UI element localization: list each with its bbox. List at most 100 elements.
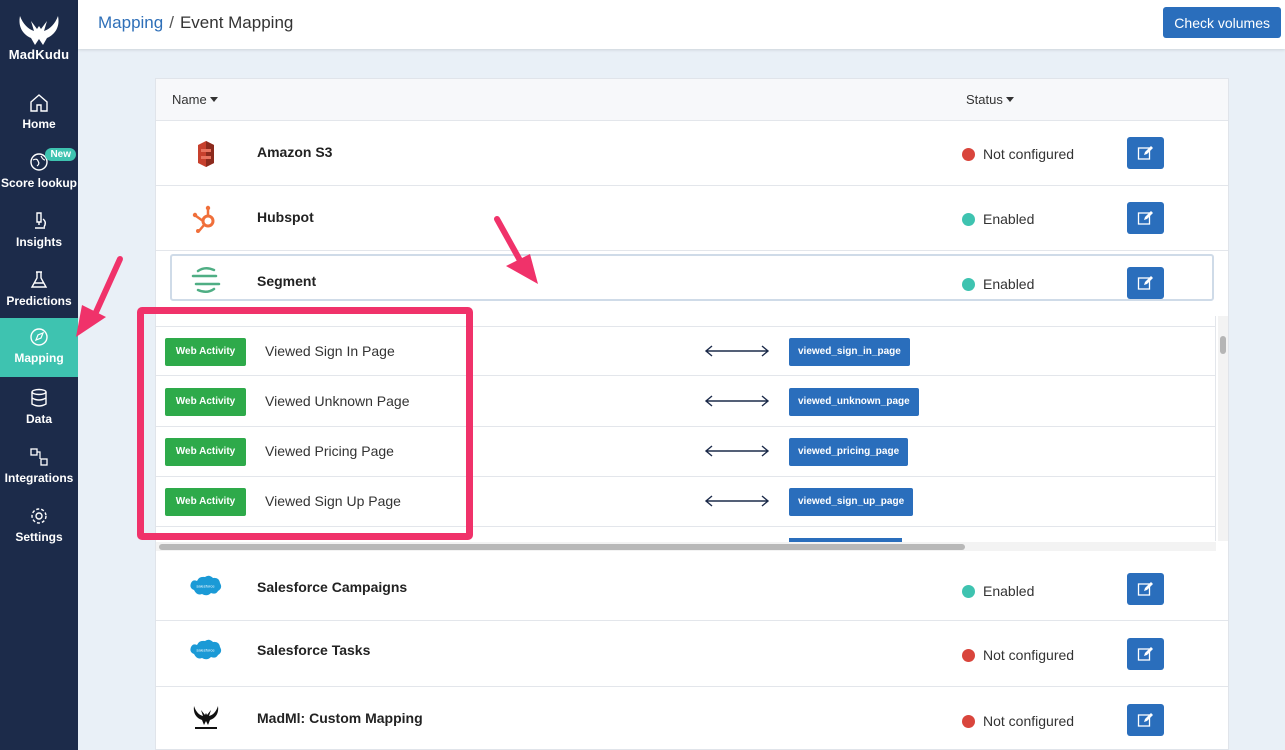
edit-button[interactable]: [1127, 573, 1164, 605]
edit-icon: [1137, 647, 1153, 661]
name-column-label: Name: [172, 92, 207, 107]
check-volumes-button[interactable]: Check volumes: [1163, 7, 1281, 38]
annotation-highlight-box: [137, 307, 473, 540]
nav-insights[interactable]: Insights: [0, 204, 78, 262]
brand-name: MadKudu: [8, 47, 70, 62]
madkudu-logo[interactable]: MadKudu: [0, 12, 78, 62]
salesforce-icon: salesforce: [186, 635, 226, 665]
row-name: Salesforce Campaigns: [257, 579, 408, 595]
nav-mapping[interactable]: Mapping: [0, 318, 78, 377]
table-row-amazon-s3[interactable]: Amazon S3 Not configured: [156, 121, 1228, 186]
caret-down-icon: [209, 97, 218, 102]
table-header: Name Status: [156, 79, 1228, 121]
edit-button[interactable]: [1127, 137, 1164, 169]
annotation-arrow-icon: [494, 216, 538, 284]
vertical-scroll-thumb[interactable]: [1220, 336, 1226, 354]
edit-button[interactable]: [1127, 704, 1164, 736]
status-column-header[interactable]: Status: [966, 92, 1014, 107]
edit-icon: [1137, 276, 1153, 290]
status-cell: Not configured: [962, 647, 1074, 663]
status-dot: [962, 213, 975, 226]
name-column-header[interactable]: Name: [172, 92, 218, 107]
nav-predictions[interactable]: Predictions: [0, 263, 78, 321]
amazon-s3-icon: [186, 139, 226, 169]
salesforce-icon: salesforce: [186, 571, 226, 601]
event-key-pill[interactable]: viewed_pricing_page: [789, 438, 909, 466]
integrations-icon: [30, 448, 48, 466]
madkudu-horns-icon: [19, 16, 59, 45]
nav-integrations-label: Integrations: [4, 471, 74, 485]
edit-button[interactable]: [1127, 202, 1164, 234]
nav-settings[interactable]: Settings: [0, 499, 78, 557]
nav-score-lookup[interactable]: New Score lookup: [0, 145, 78, 203]
horizontal-scrollbar[interactable]: [156, 542, 1216, 551]
status-dot: [962, 715, 975, 728]
new-badge: New: [45, 148, 76, 161]
horizontal-scroll-thumb[interactable]: [159, 544, 965, 550]
nav-data[interactable]: Data: [0, 381, 78, 439]
edit-button[interactable]: [1127, 638, 1164, 670]
top-header: Mapping / Event Mapping Check volumes: [78, 0, 1285, 49]
status-text: Enabled: [983, 211, 1035, 227]
selected-row-outline: [170, 254, 1214, 301]
status-column-label: Status: [966, 92, 1003, 107]
madkudu-icon: [186, 702, 226, 732]
nav-settings-label: Settings: [15, 530, 63, 544]
row-name: MadMl: Custom Mapping: [257, 710, 423, 726]
table-row-salesforce-tasks[interactable]: salesforce Salesforce Tasks Not configur…: [156, 622, 1228, 687]
table-row-madml-custom-mapping[interactable]: MadMl: Custom Mapping Not configured: [156, 687, 1228, 750]
status-cell: Not configured: [962, 713, 1074, 729]
row-name: Salesforce Tasks: [257, 642, 371, 658]
compass-icon: [30, 328, 48, 346]
caret-down-icon: [1005, 97, 1014, 102]
breadcrumb-mapping-link[interactable]: Mapping: [98, 13, 163, 32]
database-icon: [31, 388, 47, 407]
home-icon: [30, 94, 48, 112]
status-dot: [962, 649, 975, 662]
sidebar: MadKudu Home New Score lookup Insights P…: [0, 0, 78, 750]
status-text: Not configured: [983, 713, 1075, 729]
nav-data-label: Data: [25, 412, 52, 426]
double-arrow-icon: [704, 495, 770, 507]
event-key-pill[interactable]: viewed_sign_up_page: [789, 488, 914, 516]
vertical-scrollbar[interactable]: [1218, 316, 1228, 541]
breadcrumb-current: Event Mapping: [179, 13, 294, 32]
status-text: Not configured: [983, 146, 1075, 162]
status-dot: [962, 585, 975, 598]
hubspot-icon: [186, 204, 226, 234]
nav-home[interactable]: Home: [0, 86, 78, 144]
status-text: Enabled: [983, 276, 1035, 292]
edit-icon: [1137, 211, 1153, 225]
nav-home-label: Home: [22, 117, 56, 131]
edit-icon: [1137, 713, 1153, 727]
edit-icon: [1137, 146, 1153, 160]
table-row-salesforce-campaigns[interactable]: salesforce Salesforce Campaigns Enabled: [156, 556, 1228, 621]
gear-icon: [31, 508, 47, 524]
event-key-pill[interactable]: viewed_unknown_page: [789, 388, 919, 416]
row-name: Segment: [257, 273, 317, 289]
table-row-hubspot[interactable]: Hubspot Enabled: [156, 186, 1228, 251]
event-key-pill[interactable]: viewed_sign_in_page: [789, 338, 910, 366]
status-cell: Enabled: [962, 276, 1034, 292]
double-arrow-icon: [704, 345, 770, 357]
nav-mapping-label: Mapping: [14, 351, 64, 365]
row-name: Hubspot: [257, 209, 314, 225]
nav-insights-label: Insights: [15, 235, 62, 249]
status-cell: Enabled: [962, 583, 1034, 599]
nav-score-lookup-label: Score lookup: [0, 176, 77, 190]
edit-button[interactable]: [1127, 267, 1164, 299]
status-cell: Not configured: [962, 146, 1074, 162]
nav-integrations[interactable]: Integrations: [0, 440, 78, 498]
breadcrumb: Mapping / Event Mapping: [98, 13, 293, 33]
status-dot: [962, 148, 975, 161]
annotation-arrow-icon: [76, 256, 123, 337]
double-arrow-icon: [704, 395, 770, 407]
nav-predictions-label: Predictions: [6, 294, 72, 308]
status-text: Enabled: [983, 583, 1035, 599]
status-cell: Enabled: [962, 211, 1034, 227]
status-text: Not configured: [983, 647, 1075, 663]
row-name: Amazon S3: [257, 144, 333, 160]
salesforce-logo-text: salesforce: [196, 648, 215, 653]
status-dot: [962, 278, 975, 291]
flask-icon: [30, 271, 48, 288]
